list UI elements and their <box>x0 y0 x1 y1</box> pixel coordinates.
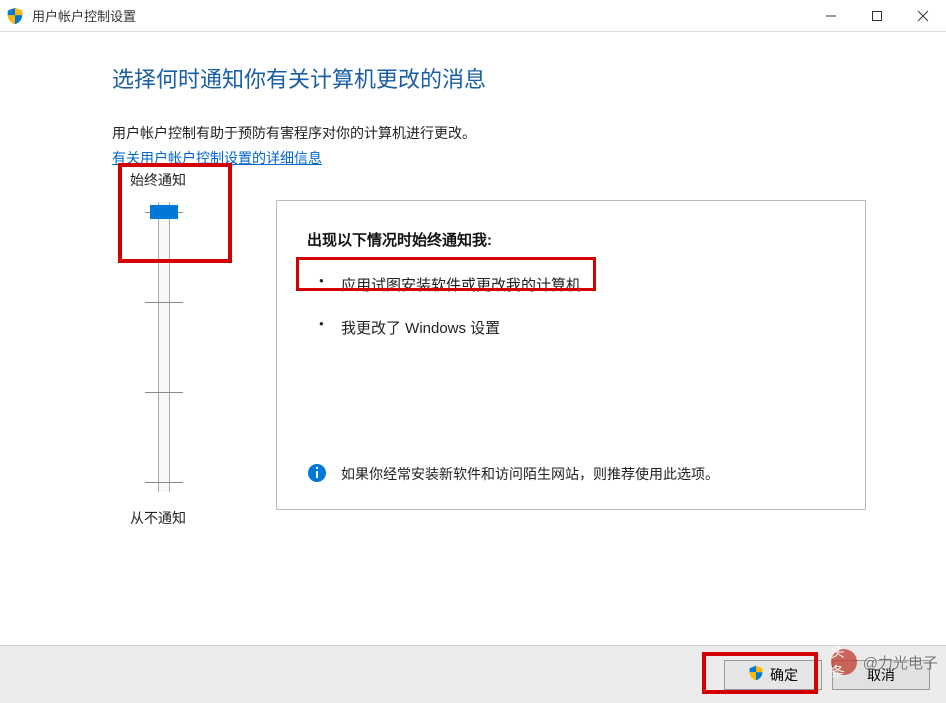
notification-slider[interactable] <box>130 202 198 492</box>
info-bullet-item: 我更改了 Windows 设置 <box>313 317 835 338</box>
slider-tick <box>145 482 183 483</box>
detail-link[interactable]: 有关用户帐户控制设置的详细信息 <box>112 148 322 168</box>
maximize-button[interactable] <box>854 0 900 31</box>
shield-icon <box>748 665 764 684</box>
window-title: 用户帐户控制设置 <box>32 6 136 25</box>
recommendation-text: 如果你经常安装新软件和访问陌生网站，则推荐使用此选项。 <box>341 463 719 485</box>
watermark: 头条 @力光电子 <box>831 649 938 675</box>
slider-bottom-label: 从不通知 <box>130 508 198 528</box>
slider-top-label: 始终通知 <box>130 170 198 190</box>
watermark-badge: 头条 <box>831 649 857 675</box>
ok-button[interactable]: 确定 <box>724 660 822 690</box>
info-heading: 出现以下情况时始终通知我: <box>307 229 835 250</box>
info-panel: 出现以下情况时始终通知我: 应用试图安装软件或更改我的计算机 我更改了 Wind… <box>276 200 866 510</box>
window-controls <box>808 0 946 31</box>
slider-tick <box>145 392 183 393</box>
page-heading: 选择何时通知你有关计算机更改的消息 <box>112 62 906 94</box>
info-icon <box>307 463 327 483</box>
page-description: 用户帐户控制有助于预防有害程序对你的计算机进行更改。 <box>112 122 906 144</box>
minimize-button[interactable] <box>808 0 854 31</box>
close-button[interactable] <box>900 0 946 31</box>
info-bullet-list: 应用试图安装软件或更改我的计算机 我更改了 Windows 设置 <box>307 274 835 338</box>
slider-track-line <box>158 202 170 492</box>
shield-icon <box>6 7 24 25</box>
watermark-text: @力光电子 <box>863 652 938 673</box>
info-bullet-item: 应用试图安装软件或更改我的计算机 <box>313 274 835 295</box>
slider-thumb[interactable] <box>150 205 178 219</box>
content-area: 选择何时通知你有关计算机更改的消息 用户帐户控制有助于预防有害程序对你的计算机进… <box>0 32 946 192</box>
ok-button-label: 确定 <box>770 665 798 685</box>
window-titlebar: 用户帐户控制设置 <box>0 0 946 32</box>
slider-tick <box>145 302 183 303</box>
notification-slider-area: 始终通知 从不通知 <box>130 170 198 528</box>
recommendation-row: 如果你经常安装新软件和访问陌生网站，则推荐使用此选项。 <box>307 463 835 485</box>
bottom-button-bar: 确定 取消 <box>0 645 946 703</box>
